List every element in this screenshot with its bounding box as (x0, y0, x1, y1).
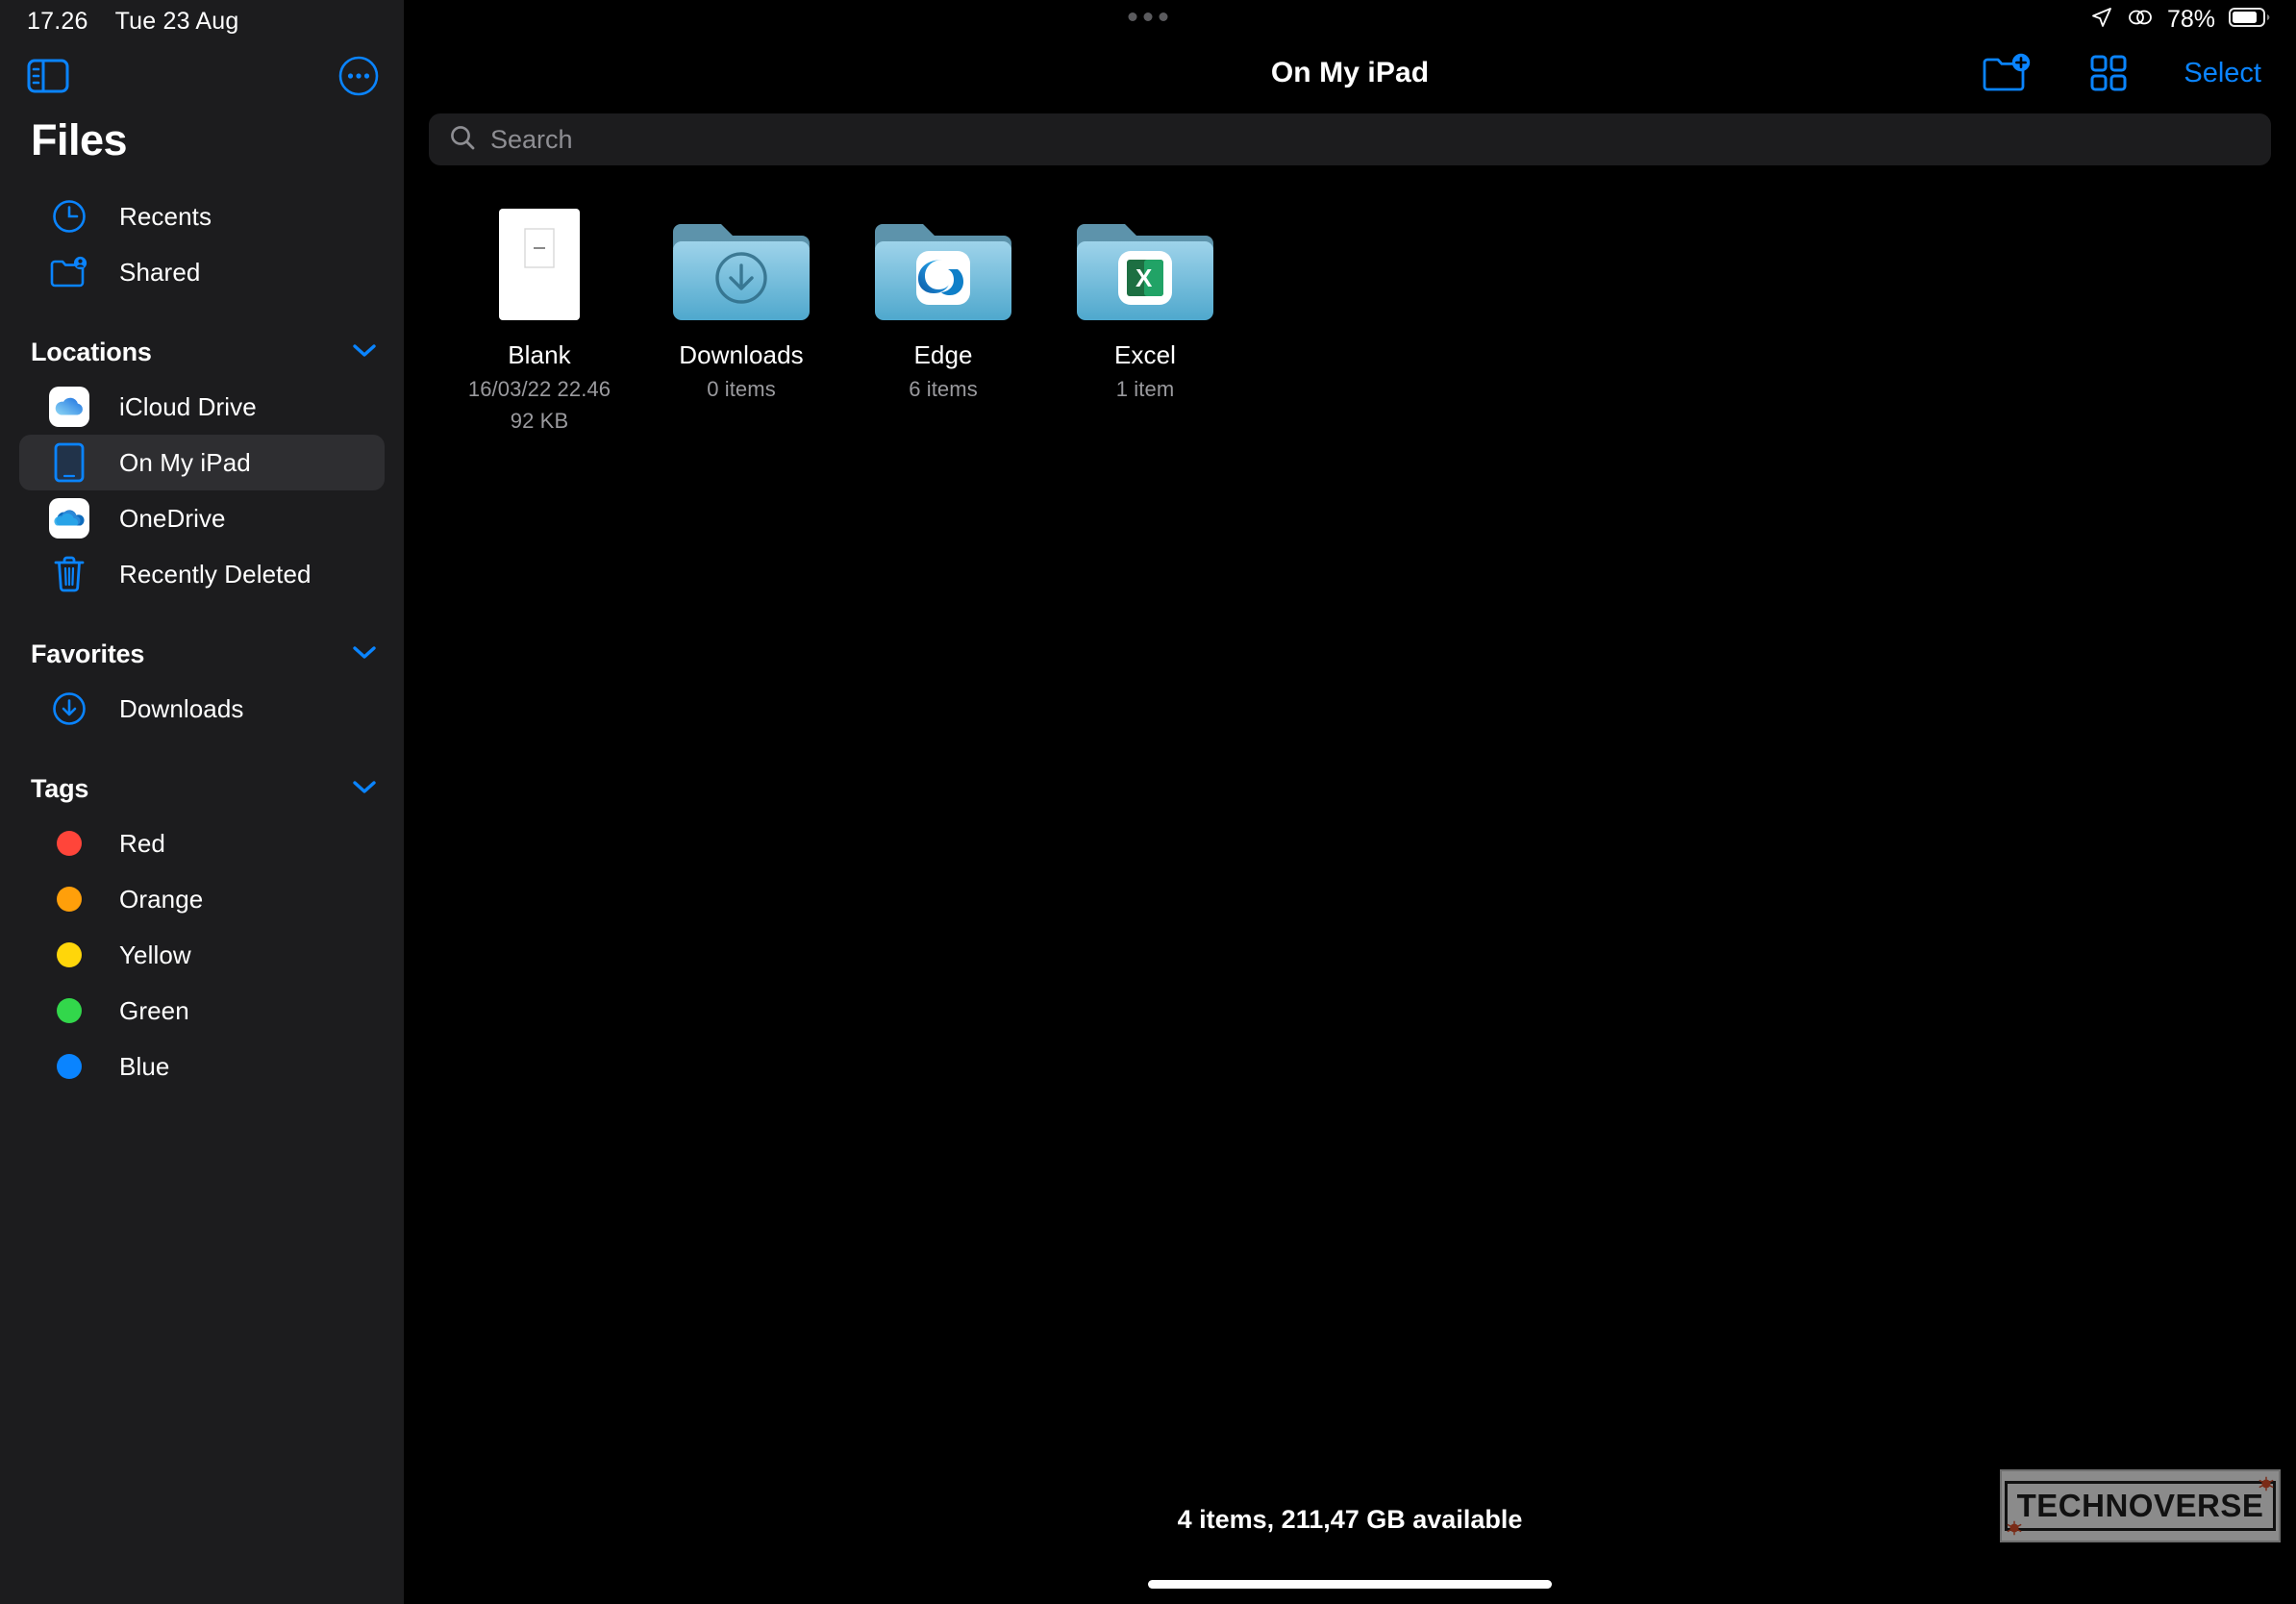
sidebar-item-icloud-drive[interactable]: iCloud Drive (19, 379, 385, 435)
search-placeholder: Search (490, 124, 573, 154)
sidebar: Files Recents Shared Locations iCloud Dr… (0, 0, 404, 1604)
folder-name: Edge (913, 340, 973, 369)
chevron-down-icon[interactable] (350, 777, 379, 801)
sidebar-item-tag-blue[interactable]: Blue (19, 1039, 385, 1094)
search-input[interactable]: Search (429, 113, 2271, 165)
sidebar-item-downloads[interactable]: Downloads (19, 681, 385, 737)
sidebar-section-tags[interactable]: Tags (0, 762, 404, 815)
sidebar-item-shared[interactable]: Shared (19, 244, 385, 300)
folder-item-excel[interactable]: X Excel 1 item (1044, 208, 1246, 434)
sidebar-item-tag-yellow[interactable]: Yellow (19, 927, 385, 983)
more-circle-icon[interactable] (338, 56, 379, 96)
watermark: TECHNOVERSE (2000, 1469, 2281, 1542)
tag-dot-icon (48, 1045, 90, 1088)
ipad-files-app: 17.26 Tue 23 Aug 78% Files Recents Share… (0, 0, 2296, 1604)
document-icon (499, 209, 580, 325)
sidebar-item-label: Orange (119, 884, 204, 914)
svg-text:X: X (1136, 263, 1153, 292)
sidebar-section-favorites[interactable]: Favorites (0, 627, 404, 681)
sidebar-item-label: Green (119, 995, 189, 1025)
folder-meta-count: 1 item (1115, 377, 1175, 401)
search-icon (448, 123, 477, 157)
folder-item-edge[interactable]: Edge 6 items (842, 208, 1044, 434)
folder-meta-count: 6 items (909, 377, 978, 401)
sidebar-item-tag-red[interactable]: Red (19, 815, 385, 871)
sidebar-toggle-icon[interactable] (27, 58, 69, 94)
grid-view-icon[interactable] (2087, 52, 2130, 94)
folder-thumbnail (875, 212, 1011, 325)
sidebar-item-label: Blue (119, 1051, 170, 1081)
section-title: Locations (31, 337, 152, 366)
tag-color-swatch (57, 1054, 82, 1079)
search-container: Search (404, 104, 2296, 165)
file-thumbnail (499, 209, 580, 325)
sidebar-item-on-my-ipad[interactable]: On My iPad (19, 435, 385, 490)
bug-icon (2259, 1476, 2274, 1491)
download-circle-icon (48, 688, 90, 730)
sidebar-item-label: Downloads (119, 693, 244, 723)
content-pane: On My iPad Select Search Blank 16/03/22 … (404, 0, 2296, 1604)
sidebar-item-label: Recently Deleted (119, 559, 312, 589)
select-button[interactable]: Select (2184, 58, 2261, 89)
folder-download-icon (673, 216, 810, 325)
ipad-icon (48, 441, 90, 484)
sidebar-item-label: Shared (119, 257, 201, 287)
chevron-down-icon[interactable] (350, 340, 379, 364)
sidebar-item-label: iCloud Drive (119, 391, 257, 421)
sidebar-item-tag-green[interactable]: Green (19, 983, 385, 1039)
sidebar-item-recently-deleted[interactable]: Recently Deleted (19, 546, 385, 602)
file-meta-size: 92 KB (510, 409, 569, 433)
tag-dot-icon (48, 822, 90, 865)
icloud-drive-icon (48, 386, 90, 428)
sidebar-item-onedrive[interactable]: OneDrive (19, 490, 385, 546)
tag-color-swatch (57, 942, 82, 967)
folder-excel-icon: X (1077, 216, 1213, 325)
tag-dot-icon (48, 990, 90, 1032)
onedrive-app-tile (49, 498, 89, 539)
clock-icon (48, 195, 90, 238)
sidebar-item-label: OneDrive (119, 503, 226, 533)
tag-color-swatch (57, 831, 82, 856)
folder-edge-icon (875, 216, 1011, 325)
folder-item-downloads[interactable]: Downloads 0 items (640, 208, 842, 434)
file-item-blank[interactable]: Blank 16/03/22 22.46 92 KB (438, 208, 640, 434)
trash-icon (48, 553, 90, 595)
folder-thumbnail: X (1077, 212, 1213, 325)
watermark-text: TECHNOVERSE (2016, 1488, 2264, 1523)
tag-color-swatch (57, 998, 82, 1023)
folder-name: Excel (1113, 340, 1177, 369)
page-title: Files (31, 115, 128, 164)
sidebar-item-label: Red (119, 828, 165, 858)
home-indicator[interactable] (1148, 1580, 1552, 1589)
sidebar-item-label: Recents (119, 201, 212, 231)
file-name: Blank (508, 340, 571, 369)
nav-actions: Select (1982, 52, 2261, 94)
bug-icon (2007, 1520, 2022, 1536)
sidebar-toolbar (0, 42, 404, 104)
tag-dot-icon (48, 878, 90, 920)
sidebar-item-tag-orange[interactable]: Orange (19, 871, 385, 927)
folder-meta-count: 0 items (707, 377, 776, 401)
chevron-down-icon[interactable] (350, 642, 379, 666)
section-title: Tags (31, 773, 89, 803)
folder-thumbnail (673, 212, 810, 325)
navigation-bar: On My iPad Select (404, 42, 2296, 104)
shared-folder-icon (48, 251, 90, 293)
new-folder-icon[interactable] (1982, 52, 2034, 94)
onedrive-icon (48, 497, 90, 539)
sidebar-item-label: Yellow (119, 940, 191, 969)
icloud-app-tile (49, 387, 89, 427)
tag-dot-icon (48, 934, 90, 976)
tag-color-swatch (57, 887, 82, 912)
watermark-frame: TECHNOVERSE (2004, 1481, 2277, 1531)
sidebar-item-recents[interactable]: Recents (19, 188, 385, 244)
sidebar-item-label: On My iPad (119, 447, 251, 477)
file-meta-date: 16/03/22 22.46 (467, 377, 611, 401)
section-title: Favorites (31, 639, 145, 668)
file-grid: Blank 16/03/22 22.46 92 KB Downloads 0 i… (404, 165, 2296, 434)
sidebar-section-locations[interactable]: Locations (0, 325, 404, 379)
folder-name: Downloads (679, 340, 804, 369)
